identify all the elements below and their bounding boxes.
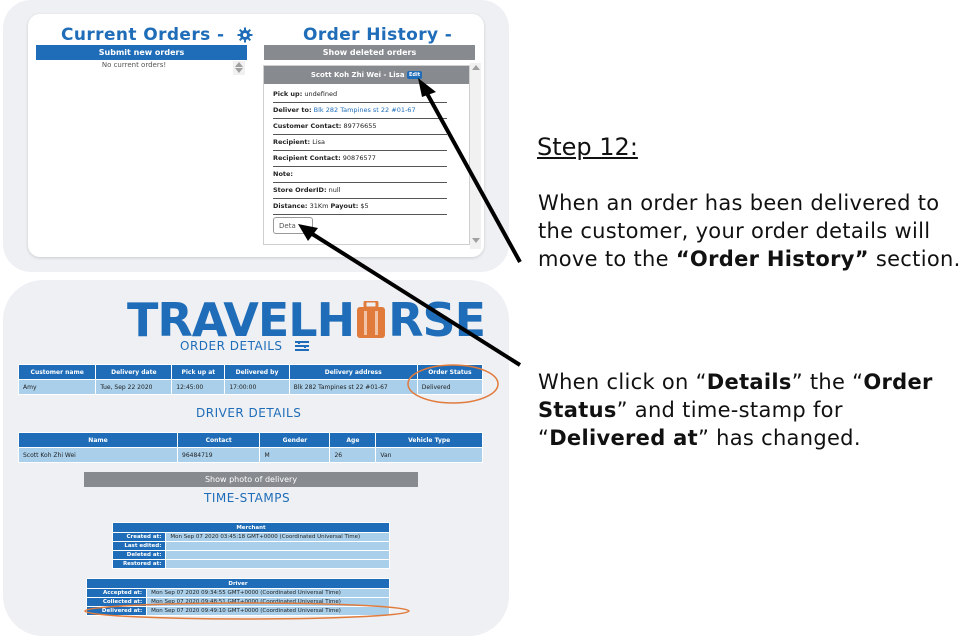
instruction-paragraph-1: When an order has been delivered to the … (538, 191, 961, 271)
annotation-overlay (84, 78, 522, 620)
instruction-paragraph-2: When click on “Details” the “Order Statu… (538, 370, 933, 450)
arrow-head-icon (418, 78, 436, 97)
order-status-highlight (407, 364, 499, 404)
delivered-at-highlight (84, 602, 410, 620)
arrow-to-edit-badge (422, 87, 522, 263)
arrow-head-icon (298, 224, 318, 241)
step-title: Step 12: (537, 133, 638, 161)
arrow-to-details-button (304, 228, 522, 367)
